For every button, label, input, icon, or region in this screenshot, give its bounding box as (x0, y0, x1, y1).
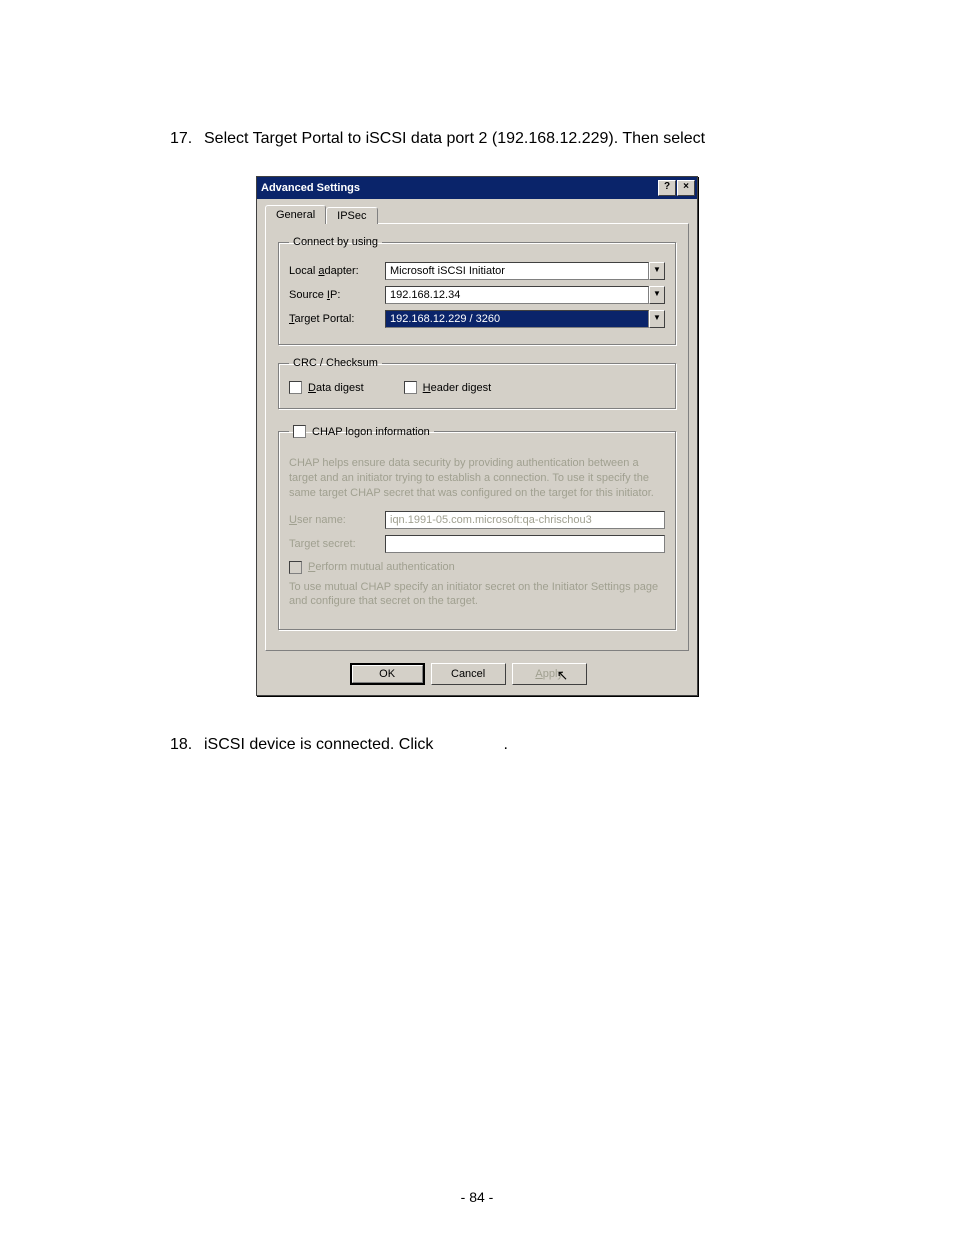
target-secret-input (385, 535, 665, 553)
titlebar: Advanced Settings ? × (257, 177, 697, 199)
chap-description: CHAP helps ensure data security by provi… (289, 456, 665, 501)
chap-enable-checkbox[interactable] (293, 425, 306, 438)
connect-legend: Connect by using (289, 236, 382, 248)
chap-legend: CHAP logon information (289, 421, 434, 442)
help-icon[interactable]: ? (658, 180, 676, 196)
header-digest-checkbox[interactable] (404, 381, 417, 394)
user-name-label: User name: (289, 514, 385, 526)
step-17-text: 17.Select Target Portal to iSCSI data po… (170, 130, 784, 148)
mutual-description: To use mutual CHAP specify an initiator … (289, 580, 665, 610)
advanced-settings-dialog: Advanced Settings ? × General IPSec Conn… (256, 176, 698, 696)
local-adapter-select[interactable] (385, 262, 649, 280)
mutual-auth-checkbox (289, 561, 302, 574)
chevron-down-icon[interactable]: ▼ (649, 262, 665, 280)
page-number: - 84 - (0, 1189, 954, 1205)
tab-general[interactable]: General (265, 205, 326, 224)
data-digest-label: Data digest (308, 382, 364, 394)
header-digest-label: Header digest (423, 382, 492, 394)
cancel-button[interactable]: Cancel (431, 663, 506, 685)
apply-button: Apply (512, 663, 587, 685)
tab-ipsec[interactable]: IPSec (326, 207, 377, 224)
crc-checksum-group: CRC / Checksum Data digest Header digest (278, 357, 676, 409)
target-portal-label: Target Portal: (289, 313, 385, 325)
chevron-down-icon[interactable]: ▼ (649, 286, 665, 304)
chevron-down-icon[interactable]: ▼ (649, 310, 665, 328)
mutual-auth-label: Perform mutual authentication (308, 561, 455, 573)
source-ip-label: Source IP: (289, 289, 385, 301)
local-adapter-label: Local adapter: (289, 265, 385, 277)
source-ip-select[interactable] (385, 286, 649, 304)
chap-logon-group: CHAP logon information CHAP helps ensure… (278, 421, 676, 630)
connect-by-using-group: Connect by using Local adapter: ▼ Source… (278, 236, 676, 345)
target-secret-label: Target secret: (289, 538, 385, 550)
close-icon[interactable]: × (677, 180, 695, 196)
target-portal-select[interactable] (385, 310, 649, 328)
dialog-title: Advanced Settings (261, 182, 360, 194)
crc-legend: CRC / Checksum (289, 357, 382, 369)
step-18-text: 18.iSCSI device is connected. Click. (170, 736, 784, 754)
ok-button[interactable]: OK (350, 663, 425, 685)
user-name-input (385, 511, 665, 529)
data-digest-checkbox[interactable] (289, 381, 302, 394)
